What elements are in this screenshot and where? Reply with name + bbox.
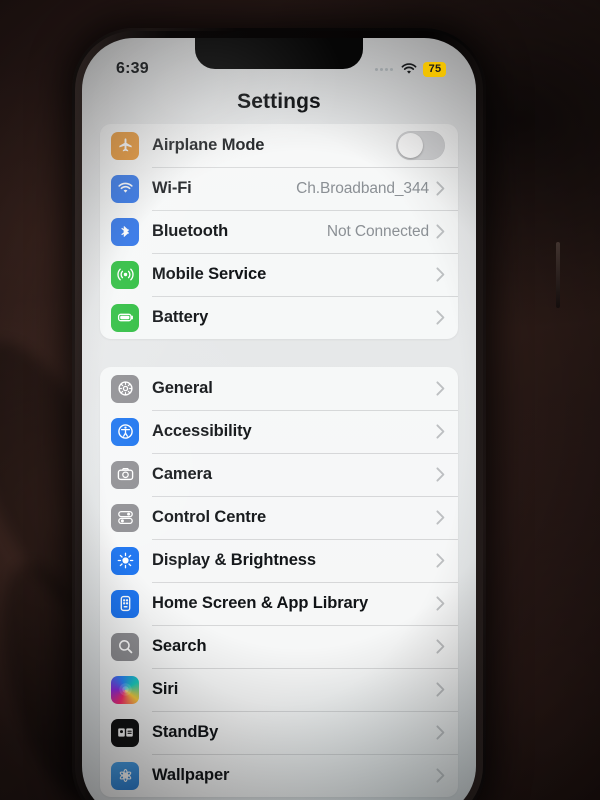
status-indicators: 75	[375, 61, 446, 77]
photo-vignette	[0, 0, 600, 800]
wifi-icon	[401, 63, 417, 75]
battery-percent-badge: 75	[423, 61, 446, 77]
page-title: Settings	[237, 90, 321, 113]
status-clock: 6:39	[116, 60, 149, 77]
signal-dots-icon	[375, 67, 395, 71]
display-notch	[195, 38, 363, 69]
